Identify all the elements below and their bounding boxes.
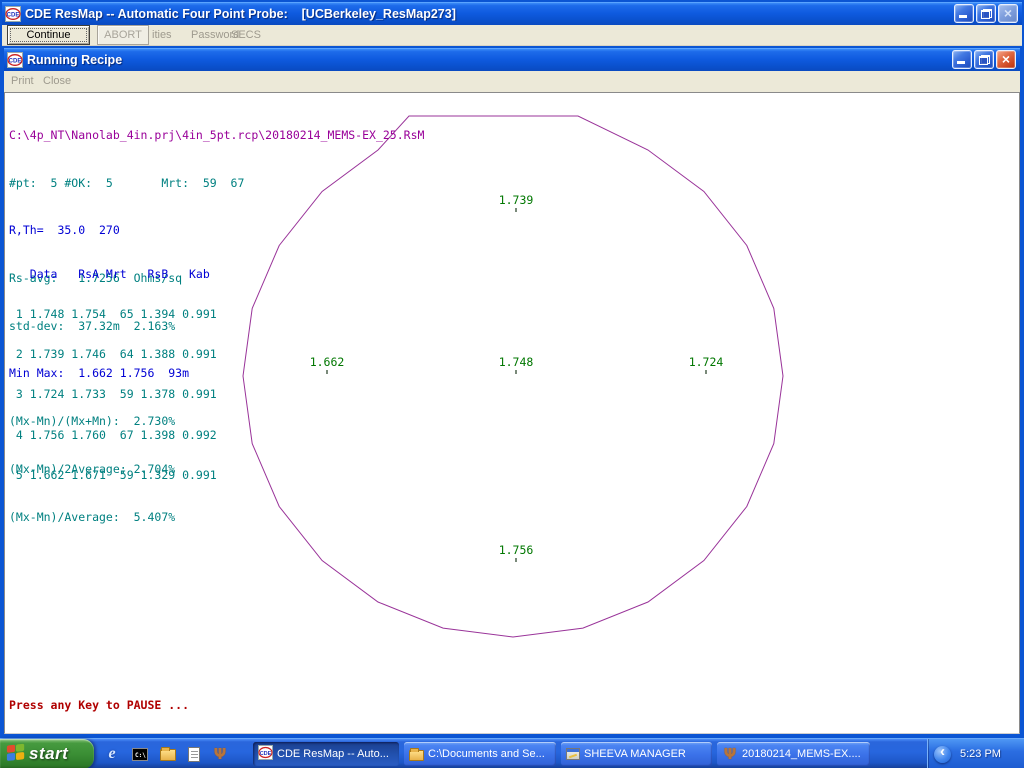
restore-icon [981, 9, 992, 19]
minimize-button[interactable] [954, 4, 974, 23]
start-label: start [29, 744, 68, 764]
continue-button[interactable]: Continue [7, 25, 90, 45]
close-icon: × [997, 51, 1015, 68]
taskbar-button-cde-resmap[interactable]: CDE CDE ResMap -- Auto... [253, 742, 399, 766]
measurement-table: Data RsA Mrt RsB Kab 1 1.748 1.754 65 1.… [9, 241, 217, 509]
menu-item-secs[interactable]: SECS [231, 29, 261, 41]
wafer-site-value: 1.724 [685, 355, 727, 374]
main-window-title: CDE ResMap -- Automatic Four Point Probe… [25, 7, 1022, 21]
abort-button[interactable]: ABORT [97, 25, 149, 45]
site-marker-tick [705, 370, 707, 374]
resmap-file-icon[interactable] [212, 746, 228, 762]
cde-app-icon: CDE [7, 52, 23, 68]
table-row: 1 1.748 1.754 65 1.394 0.991 [9, 308, 217, 321]
taskbar-button-mems-file[interactable]: 20180214_MEMS-EX.... [717, 742, 870, 766]
taskbar-button-explorer[interactable]: C:\Documents and Se... [404, 742, 556, 766]
close-button[interactable]: × [996, 50, 1016, 69]
restore-icon [979, 55, 990, 65]
site-marker-tick [515, 208, 517, 212]
task-button-label: CDE ResMap -- Auto... [277, 748, 389, 760]
main-window: CDE CDE ResMap -- Automatic Four Point P… [0, 0, 1024, 738]
menu-item-close[interactable]: Close [43, 75, 71, 87]
file-path: C:\4p_NT\Nanolab_4in.prj\4in_5pt.rcp\201… [9, 128, 424, 144]
site-value-left: 1.662 [310, 355, 345, 369]
status-block: Press any Key to PAUSE ... Rrf 100.14 Gn… [9, 663, 542, 734]
recipe-titlebar: CDE Running Recipe × [4, 48, 1020, 71]
main-titlebar: CDE CDE ResMap -- Automatic Four Point P… [2, 2, 1022, 25]
task-button-label: C:\Documents and Se... [428, 748, 545, 760]
running-recipe-window: CDE Running Recipe × Print Close [2, 46, 1022, 736]
close-button-disabled: × [998, 4, 1018, 23]
site-value-center: 1.748 [499, 355, 534, 369]
menu-item-print[interactable]: Print [11, 75, 34, 87]
wafer-site-value: 1.662 [306, 355, 348, 374]
site-value-bottom: 1.756 [499, 543, 534, 557]
site-marker-tick [326, 370, 328, 374]
wafer-site-value: 1.756 [495, 543, 537, 562]
table-row: 4 1.756 1.760 67 1.398 0.992 [9, 429, 217, 442]
recipe-content-area: C:\4p_NT\Nanolab_4in.prj\4in_5pt.rcp\201… [4, 92, 1020, 734]
table-row: 5 1.662 1.671 59 1.329 0.991 [9, 469, 217, 482]
wafer-site-value: 1.748 [495, 355, 537, 374]
site-marker-tick [515, 370, 517, 374]
svg-text:CDE: CDE [260, 751, 272, 757]
application-window-icon [566, 748, 580, 760]
recipe-window-title: Running Recipe [27, 53, 1020, 67]
site-marker-tick [515, 558, 517, 562]
desktop: CDE CDE ResMap -- Automatic Four Point P… [0, 0, 1024, 768]
pause-message: Press any Key to PAUSE ... [9, 697, 542, 714]
task-button-label: 20180214_MEMS-EX.... [742, 748, 861, 760]
table-header: Data RsA Mrt RsB Kab [9, 268, 217, 281]
restore-button[interactable] [974, 50, 994, 69]
start-button[interactable]: start [0, 739, 94, 768]
table-row: 3 1.724 1.733 59 1.378 0.991 [9, 388, 217, 401]
stat-line: #pt: 5 #OK: 5 Mrt: 59 67 [9, 176, 424, 192]
restore-button[interactable] [976, 4, 996, 23]
minimize-icon [957, 61, 965, 64]
folder-icon[interactable] [160, 749, 176, 761]
cde-app-icon: CDE [258, 745, 273, 763]
minimize-button[interactable] [952, 50, 972, 69]
stat-line: (Mx-Mn)/Average: 5.407% [9, 510, 424, 526]
minimize-icon [959, 15, 967, 18]
windows-flag-icon [6, 742, 26, 767]
notepad-icon[interactable] [188, 747, 200, 762]
task-button-label: SHEEVA MANAGER [584, 748, 686, 760]
hide-icons-chevron[interactable] [934, 746, 951, 763]
wafer-site-value: 1.739 [495, 193, 537, 212]
taskbar: start CDE CDE ResMap -- Auto... C:\Docum… [0, 738, 1024, 768]
task-button-row: CDE CDE ResMap -- Auto... C:\Documents a… [253, 742, 870, 766]
site-value-top: 1.739 [499, 193, 534, 207]
menu-item-utilities[interactable]: ities [152, 29, 172, 41]
svg-text:CDE: CDE [9, 58, 22, 64]
table-row: 2 1.739 1.746 64 1.388 0.991 [9, 348, 217, 361]
tray-clock[interactable]: 5:23 PM [960, 748, 1001, 760]
internet-explorer-icon[interactable] [104, 746, 120, 762]
quick-launch-bar [104, 739, 228, 768]
taskbar-button-sheeva-manager[interactable]: SHEEVA MANAGER [561, 742, 712, 766]
main-menubar: Continue ABORT ities Password SECS [2, 25, 1022, 46]
folder-icon [409, 750, 424, 761]
svg-text:CDE: CDE [7, 12, 20, 18]
resmap-file-icon [722, 746, 738, 762]
close-icon: × [999, 5, 1017, 22]
cde-app-icon: CDE [5, 6, 21, 22]
recipe-menubar: Print Close [4, 71, 1020, 92]
system-tray: 5:23 PM [927, 739, 1024, 768]
command-prompt-icon[interactable] [132, 748, 148, 761]
stat-line: R,Th= 35.0 270 [9, 223, 424, 239]
site-value-right: 1.724 [689, 355, 724, 369]
